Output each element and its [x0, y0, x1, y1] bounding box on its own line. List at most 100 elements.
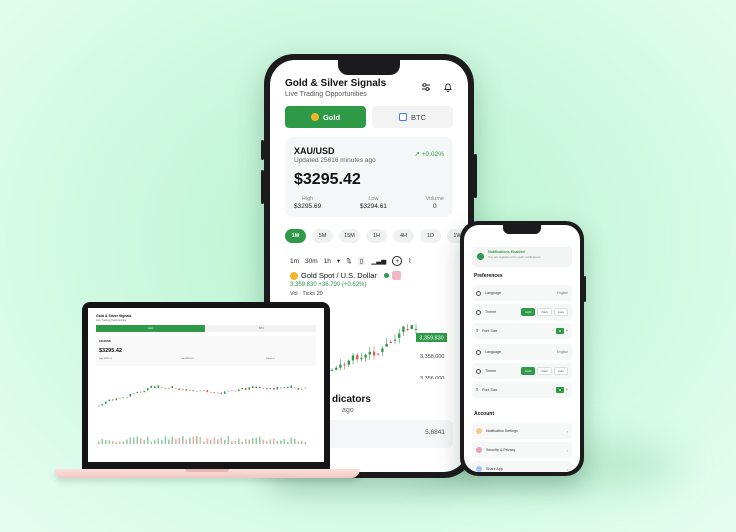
laptop-candle [150, 385, 153, 388]
tab-btc[interactable]: BTC [372, 106, 453, 128]
laptop-candle [290, 385, 293, 388]
laptop-candle [185, 389, 188, 391]
laptop-candle [304, 387, 307, 389]
indicators-heading: dicators [332, 394, 371, 405]
laptop-tab-gold[interactable]: Gold [96, 325, 205, 332]
notification-banner: Notifications Enabled You are registered… [472, 247, 572, 267]
laptop-tab-btc[interactable]: BTC [207, 325, 316, 332]
tf-1m[interactable]: 1M [285, 229, 306, 243]
laptop-candle [154, 386, 156, 388]
laptop-volume-bar [287, 441, 289, 444]
asset-tabs: Gold BTC [285, 106, 453, 128]
laptop-candle [301, 388, 303, 390]
laptop-candle [175, 388, 177, 389]
laptop-app-title: Gold & Silver Signals [96, 314, 132, 318]
laptop-volume-bar [122, 441, 125, 444]
laptop-candle [266, 388, 268, 390]
laptop-volume-bar [119, 441, 121, 444]
laptop-volume-bar [154, 440, 156, 444]
candle [410, 325, 413, 329]
laptop-volume-bar [259, 436, 261, 444]
share-app-row[interactable]: Share App › [472, 461, 572, 472]
laptop-candle [196, 390, 198, 392]
bell-icon[interactable] [443, 82, 453, 95]
shield-icon [476, 447, 482, 453]
laptop-candle [217, 392, 219, 394]
sliders-icon[interactable] [421, 82, 431, 95]
font-increase[interactable]: + [566, 329, 568, 333]
laptop-volume-bar [185, 439, 188, 444]
font-size-row: T Font Size − M + [472, 323, 572, 339]
candle [402, 326, 405, 332]
laptop-candle [189, 390, 191, 391]
laptop-stat-volume: Volume 0 [266, 358, 275, 360]
security-row[interactable]: Security & Privacy › [472, 442, 572, 458]
font-icon: T [476, 388, 479, 392]
laptop-candle [220, 392, 223, 395]
candle [389, 342, 392, 344]
theme-auto-2[interactable]: Auto [553, 367, 568, 375]
laptop-candle [287, 386, 289, 388]
font-size-value-2: M [556, 387, 565, 393]
y-tick: 3,358.000 [420, 354, 444, 360]
laptop-candle [213, 392, 216, 394]
font-decrease-2[interactable]: − [552, 388, 554, 392]
font-decrease[interactable]: − [552, 329, 554, 333]
laptop-volume-bar [182, 436, 184, 444]
tf-4h[interactable]: 4H [393, 229, 414, 243]
font-icon: T [476, 329, 479, 333]
candle [356, 355, 359, 360]
notification-settings-row[interactable]: Notification Settings › [472, 423, 572, 439]
laptop-candle [248, 387, 251, 390]
laptop-volume-bar [234, 440, 237, 444]
laptop-candle [115, 398, 118, 401]
laptop-candle [126, 396, 128, 398]
chevron-right-icon: › [566, 466, 568, 472]
theme-dark-2[interactable]: Dark [537, 367, 552, 375]
candle [347, 360, 350, 365]
laptop-candle [203, 390, 205, 391]
phone-small: Notifications Enabled You are registered… [460, 221, 586, 476]
preferences-heading: Preferences [474, 273, 503, 279]
font-increase-2[interactable]: + [566, 388, 568, 392]
laptop-candle [231, 390, 233, 392]
gold-coin-icon [310, 113, 319, 121]
laptop-volume-bar [105, 439, 107, 444]
tab-gold[interactable]: Gold [285, 106, 366, 128]
laptop-volume-bar [241, 441, 244, 444]
laptop-candle [147, 388, 149, 391]
language-row-2[interactable]: Language English [472, 344, 572, 360]
laptop-candle [227, 390, 230, 392]
laptop-volume-bar [227, 436, 230, 444]
laptop-candle [112, 399, 114, 401]
y-tick: 3,356.000 [420, 376, 444, 379]
tf-1d[interactable]: 1D [420, 229, 441, 243]
laptop-volume-bar [255, 437, 258, 444]
tf-1h[interactable]: 1H [366, 229, 387, 243]
tf-5m[interactable]: 5M [312, 229, 333, 243]
language-row[interactable]: Language English [472, 285, 572, 301]
laptop-candle [140, 391, 142, 393]
laptop-volume-bar [192, 436, 195, 444]
laptop-volume-bar [280, 440, 282, 444]
laptop-candle [108, 399, 111, 402]
theme-light[interactable]: Light [520, 308, 536, 316]
laptop-candle [276, 387, 279, 390]
laptop-volume-bar [203, 441, 205, 444]
candle [414, 328, 418, 330]
laptop-candle [234, 390, 237, 392]
account-heading: Account [474, 411, 494, 417]
theme-dark[interactable]: Dark [537, 308, 552, 316]
laptop-volume-bar [283, 438, 286, 444]
laptop-candle [192, 390, 195, 392]
timeframe-selector: 1M 5M 15M 1H 4H 1D 1W [285, 229, 468, 243]
laptop-candle [297, 388, 300, 390]
laptop-candle [101, 404, 104, 406]
laptop-candle [157, 385, 160, 388]
current-price: $3295.42 [294, 171, 361, 188]
laptop-volume-bar [140, 438, 142, 444]
theme-auto[interactable]: Auto [553, 308, 568, 316]
candle [381, 348, 384, 352]
tf-15m[interactable]: 15M [339, 229, 360, 243]
theme-light-2[interactable]: Light [520, 367, 536, 375]
